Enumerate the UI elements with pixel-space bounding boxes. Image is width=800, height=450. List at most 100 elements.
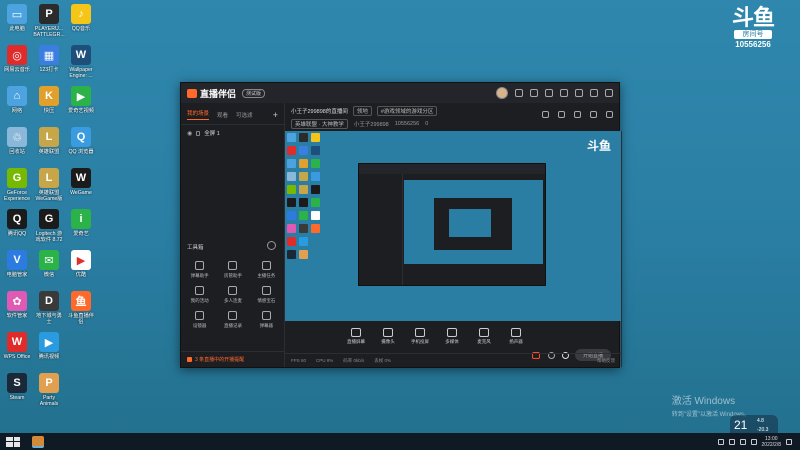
douyu-logo-icon: 斗鱼 <box>731 5 775 30</box>
desktop-icon[interactable]: W WeGame <box>66 166 96 207</box>
preview-app-icon <box>287 146 296 155</box>
tool-item[interactable]: 房管助手 <box>216 259 249 284</box>
desktop-icon[interactable]: ▶ 腾讯视频 <box>34 330 64 371</box>
tray-up-icon[interactable] <box>717 438 724 445</box>
eye-icon[interactable]: ◉ <box>187 130 192 137</box>
room-title[interactable]: 小王子299898的直播间 <box>291 107 348 115</box>
desktop-icon[interactable]: ▶ 优酷 <box>66 248 96 289</box>
app-titlebar: 直播伴侣 测试版 <box>181 83 619 103</box>
tool-item[interactable]: 直播记录 <box>216 309 249 334</box>
stream-notice[interactable]: 3 条直播中的开播提醒 <box>181 351 284 367</box>
desktop-icon-label: 网络 <box>11 108 23 114</box>
desktop-icon[interactable]: W Wallpaper Engine: ... <box>66 43 96 84</box>
app-icon: V <box>7 250 27 270</box>
desktop-icon[interactable]: ✿ 软件管家 <box>2 289 32 330</box>
desktop-icon[interactable]: Q 腾讯QQ <box>2 207 32 248</box>
app-icon: P <box>39 4 59 24</box>
taskbar-douyu-icon[interactable] <box>32 435 44 448</box>
notification-icon[interactable] <box>786 438 792 445</box>
desktop-icon-label: Steam <box>9 395 25 401</box>
desktop-icon[interactable]: L 英雄联盟 <box>34 125 64 166</box>
source-control[interactable]: 扬声器 <box>505 327 527 345</box>
tool-item[interactable]: 弹幕器 <box>250 309 283 334</box>
ime-icon[interactable] <box>750 438 757 445</box>
notice-icon <box>187 357 192 362</box>
avatar[interactable] <box>496 87 508 99</box>
settings-icon[interactable] <box>530 89 538 97</box>
clock-date: 2022/2/8 <box>761 441 781 448</box>
stream-preview[interactable]: 斗鱼 <box>285 131 621 321</box>
room-subcategory[interactable]: 英雄联盟 · 大神教学 <box>291 119 348 129</box>
desktop-icon[interactable]: P Party Animals <box>34 371 64 412</box>
desktop-icon[interactable]: ▶ 爱奇艺视频 <box>66 84 96 125</box>
desktop-icon[interactable]: 鱼斗鱼直播伴侣 <box>66 289 96 330</box>
desktop-icon[interactable]: D 地下城与勇士 <box>34 289 64 330</box>
desktop-icon[interactable]: ⌂ 网络 <box>2 84 32 125</box>
app-icon: G <box>39 209 59 229</box>
desktop-icon[interactable]: ♲ 回收站 <box>2 125 32 166</box>
preview-app-icon <box>299 146 308 155</box>
gift-icon[interactable] <box>542 111 549 118</box>
source-control[interactable]: 直播屏幕 <box>345 327 367 345</box>
volume-icon[interactable] <box>739 438 746 445</box>
desktop-icon[interactable]: ◎ 网易云音乐 <box>2 43 32 84</box>
message-icon[interactable] <box>515 89 523 97</box>
system-tray: 13:00 2022/2/8 <box>717 436 800 448</box>
source-control[interactable]: 多媒体 <box>441 327 463 345</box>
minimize-icon[interactable] <box>575 89 583 97</box>
tab-watch[interactable]: 观看 <box>217 111 228 119</box>
network-icon[interactable] <box>728 438 735 445</box>
share-icon[interactable] <box>606 111 613 118</box>
toolbox-toggle-icon[interactable] <box>267 241 276 250</box>
windows-start-icon[interactable] <box>6 436 20 447</box>
lock-icon[interactable] <box>196 130 201 136</box>
tool-label: 弹幕助手 <box>190 273 209 278</box>
bell-icon[interactable] <box>590 111 597 118</box>
stats-icon[interactable] <box>574 111 581 118</box>
app-icon: ◎ <box>7 45 27 65</box>
preview-app-icon <box>287 250 296 259</box>
desktop-icon <box>66 330 96 371</box>
clock[interactable]: 13:00 2022/2/8 <box>762 436 781 448</box>
tool-item[interactable]: 我的活动 <box>183 284 216 309</box>
desktop-icon[interactable]: ♪ QQ音乐 <box>66 2 96 43</box>
preview-app-icon <box>311 224 320 233</box>
tool-item[interactable]: 主播任务 <box>250 259 283 284</box>
desktop-icon[interactable]: V 电脑管家 <box>2 248 32 289</box>
tool-item[interactable]: 多人连麦 <box>216 284 249 309</box>
desktop-icon[interactable]: W WPS Office <box>2 330 32 371</box>
desktop-icon[interactable]: G Logitech 游 戏软件 8.72 <box>34 207 64 248</box>
app-icon: ✿ <box>7 291 27 311</box>
shop-icon[interactable] <box>558 111 565 118</box>
add-scene-icon[interactable]: + <box>273 110 278 120</box>
source-icon <box>479 327 489 337</box>
skin-icon[interactable] <box>545 89 553 97</box>
desktop-icon[interactable]: Q QQ 浏览器 <box>66 125 96 166</box>
desktop-icon[interactable]: ▦ 123打卡 <box>34 43 64 84</box>
desktop-icon[interactable]: P PLAYERU... BATTLEGR... <box>33 2 65 43</box>
room-category[interactable]: #游戏领域的游戏分区 <box>376 106 438 116</box>
preview-app-icon <box>299 159 308 168</box>
source-control[interactable]: 麦克风 <box>473 327 495 345</box>
room-tag[interactable]: 领地 <box>352 106 372 116</box>
tool-item[interactable]: 弹幕助手 <box>183 259 216 284</box>
desktop-icon[interactable]: ✉ 微信 <box>34 248 64 289</box>
desktop-icon[interactable]: L 英雄联盟 WeGame版 <box>34 166 64 207</box>
menu-icon[interactable] <box>560 89 568 97</box>
tool-label: 主播任务 <box>257 273 276 278</box>
source-control[interactable]: 手机投屏 <box>409 327 431 345</box>
tool-item[interactable]: 设镜器 <box>183 309 216 334</box>
desktop-icon[interactable]: S Steam <box>2 371 32 412</box>
help-feedback-link[interactable]: 帮助反馈 <box>597 358 615 364</box>
desktop-icon[interactable]: i 爱奇艺 <box>66 207 96 248</box>
tab-my-scenes[interactable]: 我的场景 <box>187 109 210 120</box>
maximize-icon[interactable] <box>590 89 598 97</box>
desktop-icon[interactable]: ▭ 此电脑 <box>2 2 32 43</box>
desktop-icon[interactable]: G GeForce Experience <box>2 166 32 207</box>
source-control[interactable]: 摄像头 <box>377 327 399 345</box>
scene-item[interactable]: ◉ 全屏 1 <box>181 125 284 141</box>
tool-item[interactable]: 情感宝石 <box>250 284 283 309</box>
close-icon[interactable] <box>605 89 613 97</box>
tab-filters[interactable]: 可选滤 <box>236 111 253 119</box>
desktop-icon[interactable]: K 快压 <box>34 84 64 125</box>
